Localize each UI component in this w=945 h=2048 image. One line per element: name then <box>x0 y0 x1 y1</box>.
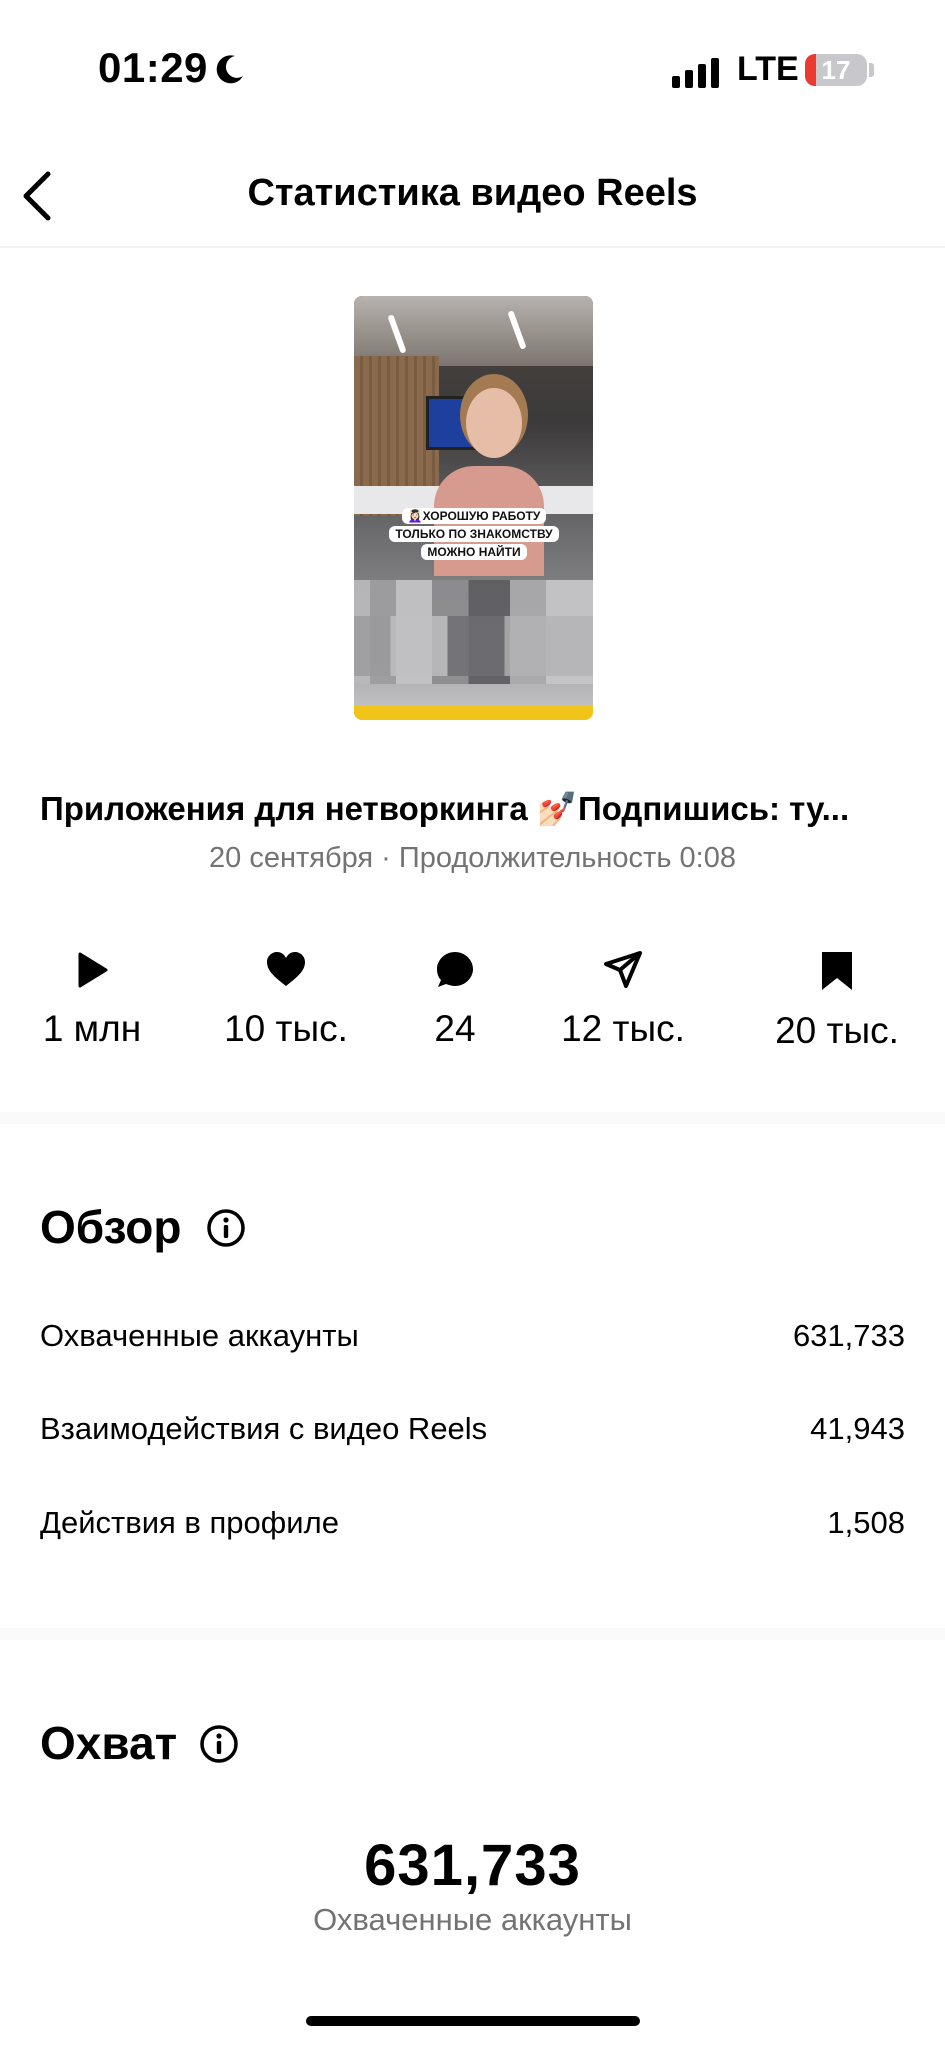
moon-icon <box>216 55 243 84</box>
reach-caption: Охваченные аккаунты <box>313 1902 632 1937</box>
reach-title: Охват <box>40 1717 178 1769</box>
signal-icon <box>672 58 719 88</box>
share-icon <box>604 951 642 988</box>
metric-comments: 24 <box>405 950 505 1050</box>
metric-likes: 10 тыс. <box>206 950 366 1050</box>
reel-meta: 20 сентября · Продолжительность 0:08 <box>209 842 736 874</box>
section-separator <box>0 1628 945 1640</box>
overview-row-label: Взаимодействия с видео Reels <box>40 1411 488 1446</box>
comment-icon <box>437 952 473 987</box>
metric-value: 20 тыс. <box>775 1010 899 1051</box>
caption-line: ТОЛЬКО ПО ЗНАКОМСТВУ <box>389 526 559 542</box>
metric-value: 1 млн <box>42 1008 142 1049</box>
thumb-caption: 💆🏻‍♀️ХОРОШУЮ РАБОТУ ТОЛЬКО ПО ЗНАКОМСТВУ… <box>388 508 560 562</box>
page-title: Статистика видео Reels <box>247 172 698 214</box>
thumb-light <box>387 314 407 354</box>
metric-shares: 12 тыс. <box>548 950 698 1050</box>
battery-icon: 17 <box>805 54 867 86</box>
thumb-floor <box>354 706 593 720</box>
reach-value: 631,733 <box>364 1833 581 1898</box>
reel-title: Приложения для нетворкинга 💅🏻Подпишись: … <box>40 790 850 827</box>
network-type: LTE <box>737 50 799 88</box>
metric-value: 10 тыс. <box>224 1008 348 1049</box>
video-thumbnail[interactable]: 💆🏻‍♀️ХОРОШУЮ РАБОТУ ТОЛЬКО ПО ЗНАКОМСТВУ… <box>354 296 593 720</box>
metric-saves: 20 тыс. <box>762 950 912 1052</box>
caption-line: 💆🏻‍♀️ХОРОШУЮ РАБОТУ <box>401 508 547 524</box>
metric-plays: 1 млн <box>22 950 162 1050</box>
info-icon[interactable] <box>199 1724 239 1764</box>
pixelated-area <box>354 616 593 676</box>
bookmark-icon <box>822 952 852 990</box>
metric-value: 12 тыс. <box>561 1008 685 1049</box>
battery-level: 17 <box>821 55 851 85</box>
heart-icon <box>267 952 305 986</box>
overview-row-label: Охваченные аккаунты <box>40 1318 359 1353</box>
thumb-light <box>507 310 527 350</box>
overview-row-value: 631,733 <box>792 1318 905 1353</box>
overview-title: Обзор <box>40 1201 182 1253</box>
caption-line: МОЖНО НАЙТИ <box>421 544 527 560</box>
battery-cap <box>869 63 874 77</box>
overview-row-label: Действия в профиле <box>40 1505 339 1540</box>
info-icon[interactable] <box>206 1208 246 1248</box>
play-icon <box>78 952 108 988</box>
overview-row-value: 41,943 <box>810 1411 905 1446</box>
nav-divider <box>0 246 945 248</box>
section-separator <box>0 1112 945 1124</box>
status-time: 01:29 <box>98 44 208 91</box>
metric-value: 24 <box>434 1008 476 1049</box>
thumb-person-head <box>466 388 522 458</box>
overview-row-value: 1,508 <box>827 1505 905 1540</box>
home-indicator[interactable] <box>306 2016 640 2026</box>
